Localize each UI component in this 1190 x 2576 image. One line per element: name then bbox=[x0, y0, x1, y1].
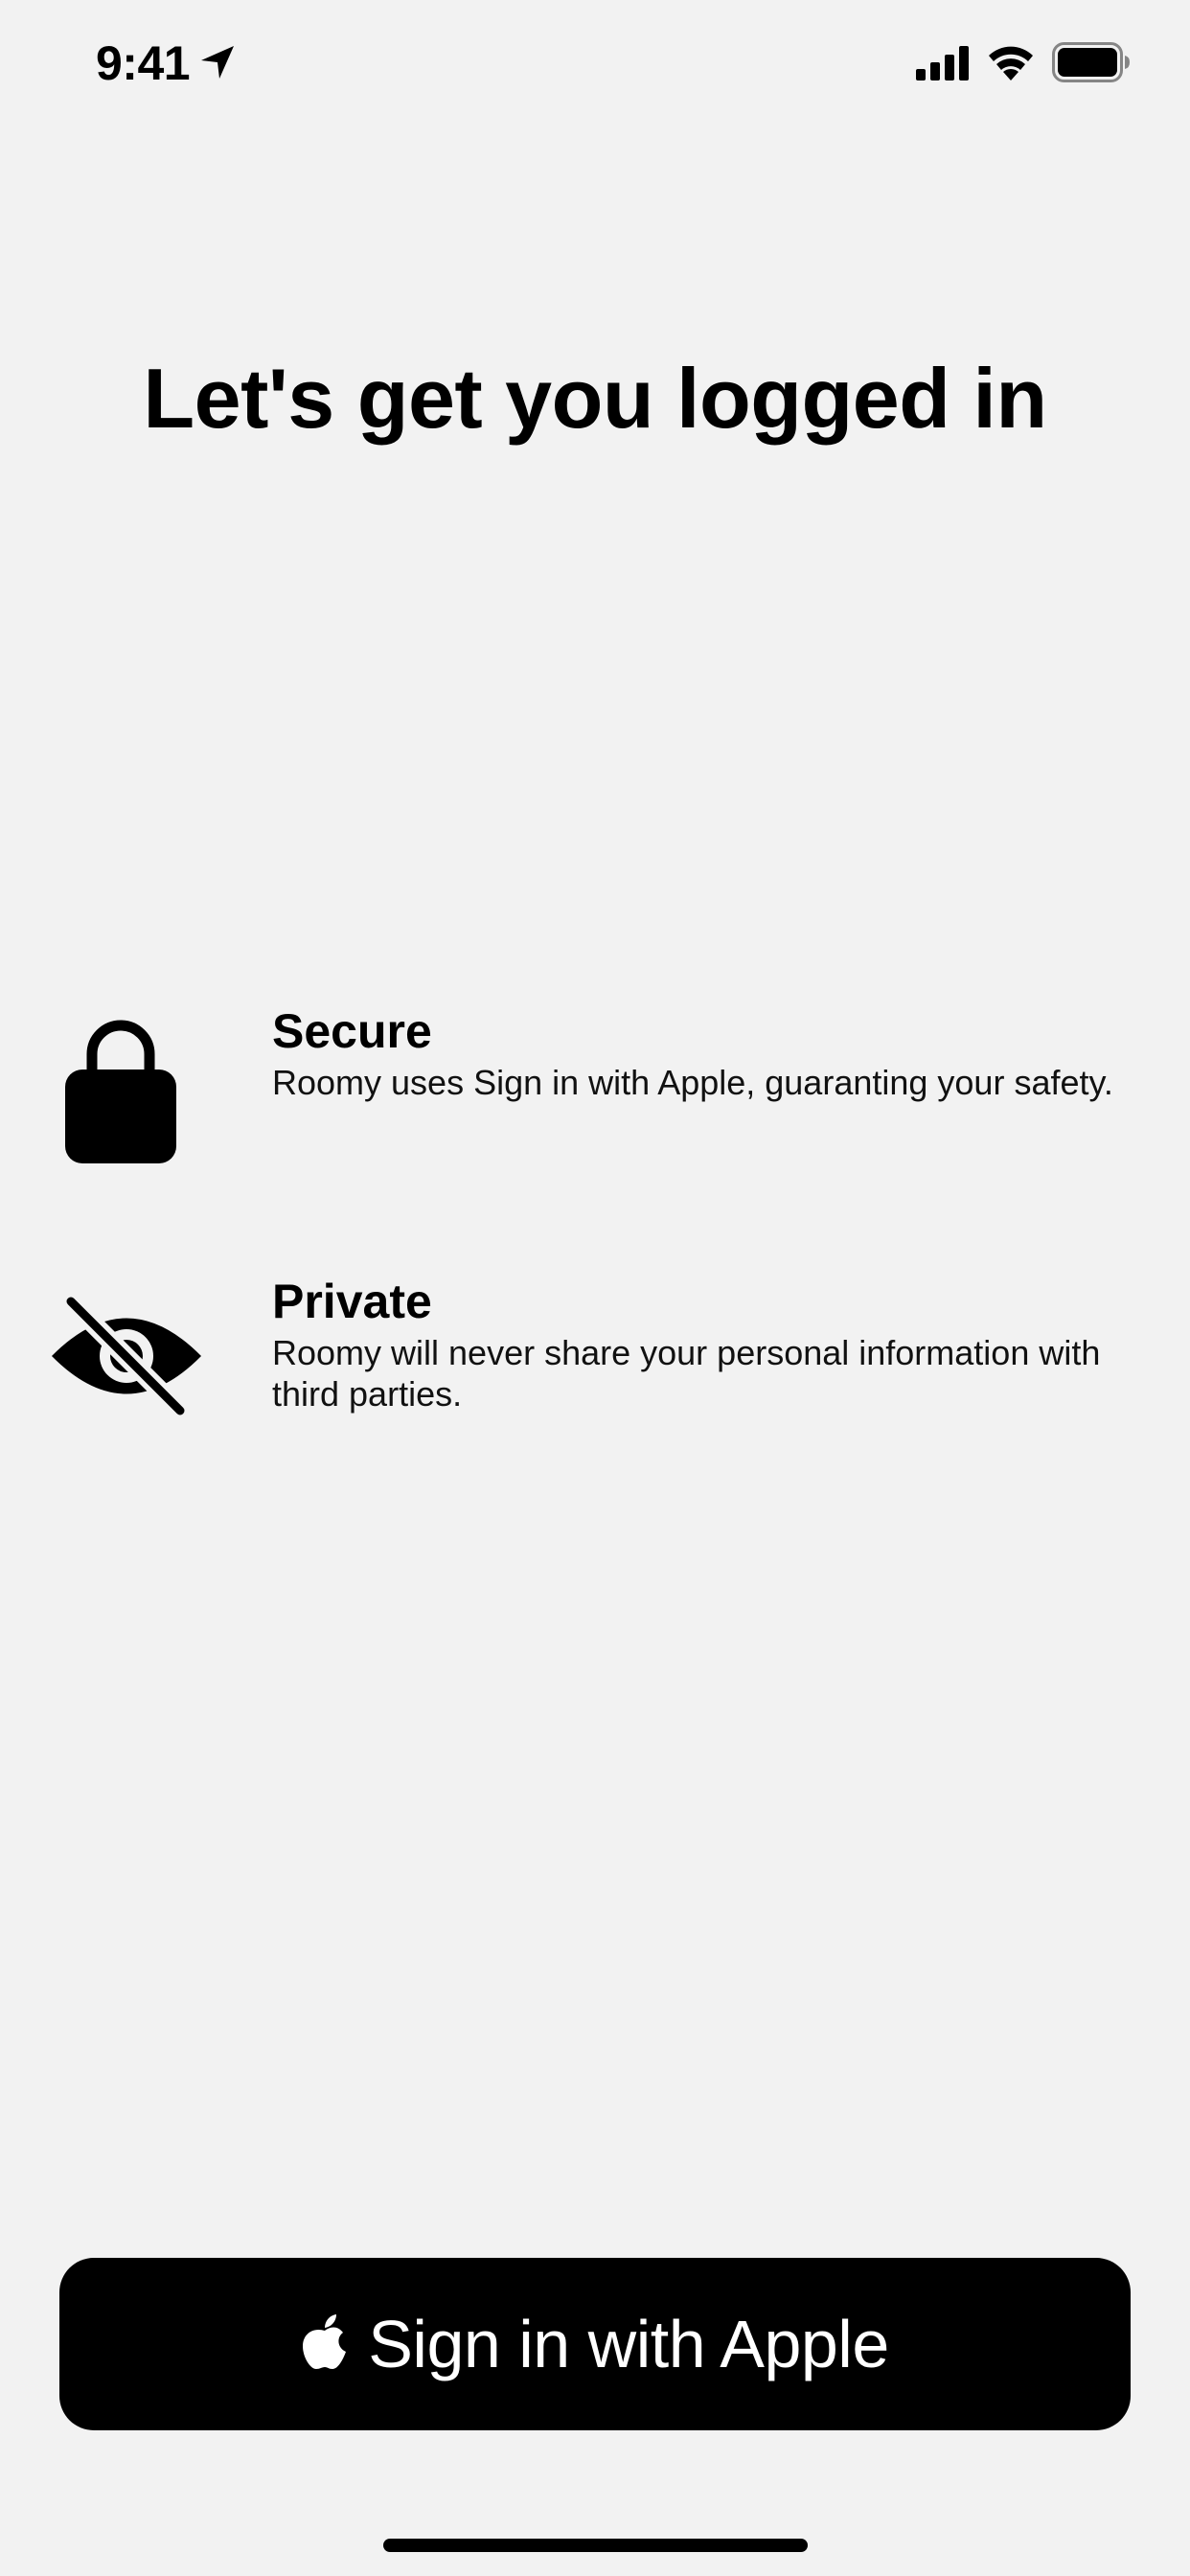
sign-in-with-apple-button[interactable]: Sign in with Apple bbox=[59, 2258, 1131, 2430]
page-title: Let's get you logged in bbox=[143, 351, 1047, 446]
wifi-icon bbox=[989, 46, 1033, 80]
apple-logo-icon bbox=[303, 2314, 347, 2369]
feature-secure: Secure Roomy uses Sign in with Apple, gu… bbox=[0, 1000, 1190, 1183]
status-time: 9:41 bbox=[96, 36, 191, 90]
battery-icon bbox=[1052, 42, 1130, 82]
feature-private: Private Roomy will never share your pers… bbox=[0, 1271, 1190, 1424]
location-arrow-icon bbox=[201, 46, 234, 79]
feature-title: Secure bbox=[272, 1004, 432, 1058]
home-indicator[interactable] bbox=[383, 2539, 808, 2552]
feature-private-text: Private Roomy will never share your pers… bbox=[272, 1271, 1115, 1414]
sign-in-label: Sign in with Apple bbox=[368, 2307, 889, 2381]
status-bar: 9:41 bbox=[0, 0, 1190, 134]
eye-slash-icon bbox=[52, 1296, 201, 1416]
feature-secure-text: Secure Roomy uses Sign in with Apple, gu… bbox=[272, 1000, 1115, 1103]
feature-title: Private bbox=[272, 1275, 432, 1328]
cellular-signal-icon bbox=[916, 46, 969, 80]
feature-description: Roomy uses Sign in with Apple, guarantin… bbox=[272, 1063, 1113, 1102]
feature-description: Roomy will never share your personal inf… bbox=[272, 1333, 1101, 1414]
lock-icon bbox=[65, 1020, 176, 1163]
